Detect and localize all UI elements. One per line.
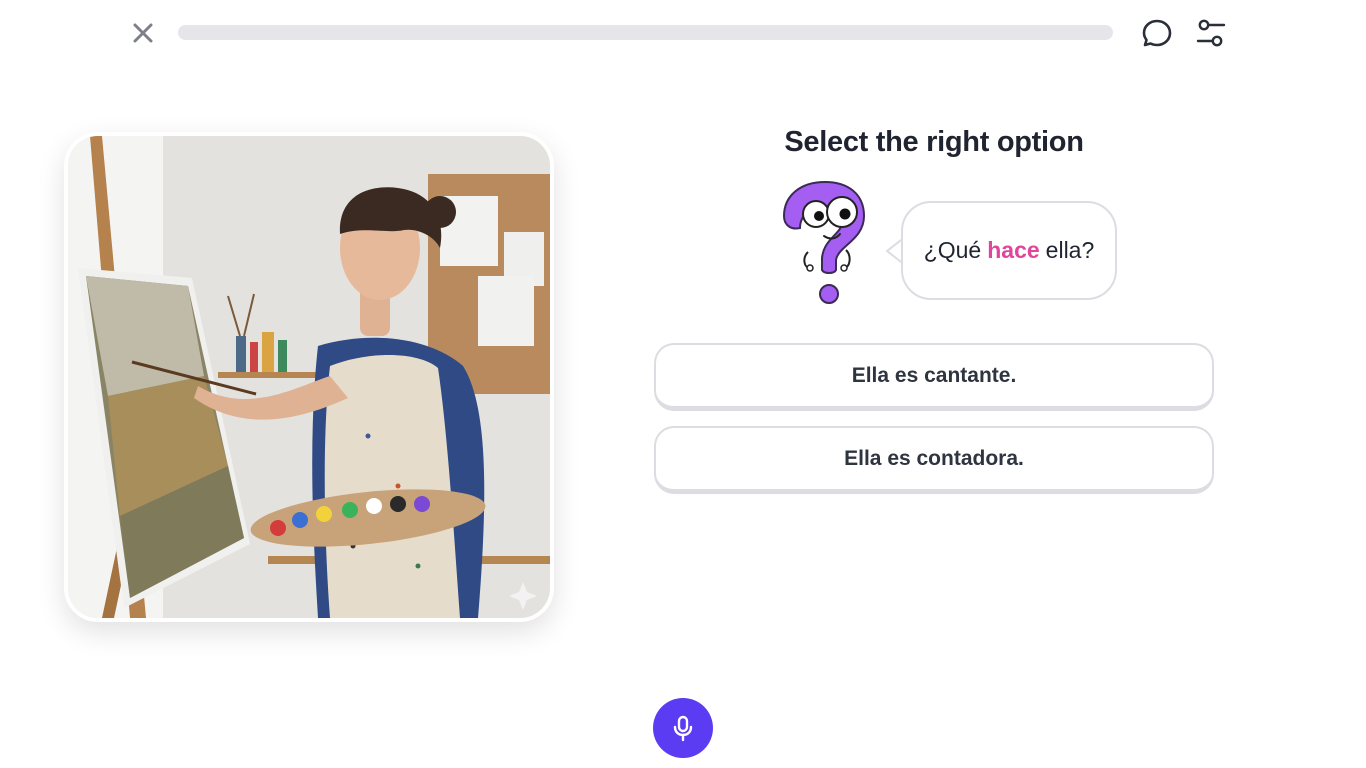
question-bubble: ¿Qué hace ella? [901,201,1117,300]
chat-button[interactable] [1140,16,1174,50]
sliders-icon [1196,19,1226,47]
question-word: ella? [1045,237,1095,263]
close-icon [133,23,153,43]
chat-bubble-icon [1142,19,1172,47]
settings-button[interactable] [1194,16,1228,50]
exercise-image [64,132,554,622]
microphone-icon [673,715,693,742]
close-button[interactable] [129,19,157,47]
answer-option[interactable]: Ella es cantante. [654,343,1214,411]
question-word: ¿Qué [923,237,982,263]
painter-illustration [68,136,550,618]
microphone-button[interactable] [653,698,713,758]
progress-bar [178,25,1113,40]
question-highlight-word[interactable]: hace [987,237,1039,264]
answer-option[interactable]: Ella es contadora. [654,426,1214,494]
prompt-title: Select the right option [784,126,1084,158]
question-mark-mascot [782,180,866,304]
